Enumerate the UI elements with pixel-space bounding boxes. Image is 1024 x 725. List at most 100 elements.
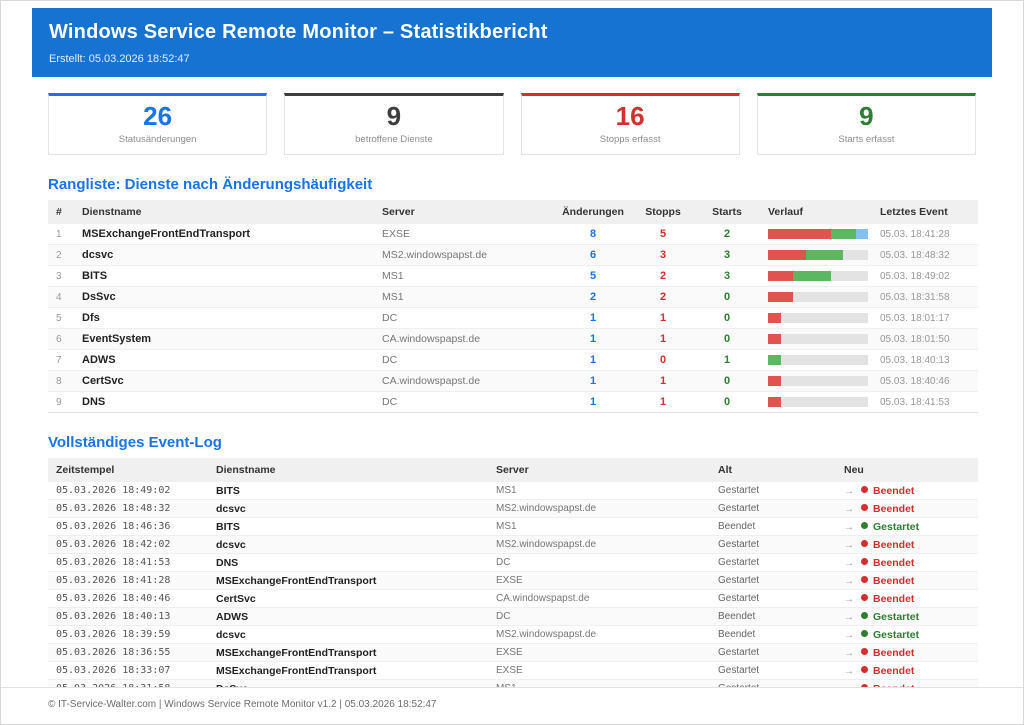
arrow-right-icon: → — [844, 648, 854, 659]
event-new-state: Gestartet — [873, 629, 919, 641]
rank-number: 7 — [48, 350, 74, 371]
rank-number: 4 — [48, 287, 74, 308]
eventlog-column-header: Alt — [710, 458, 836, 482]
event-old-state: Beendet — [710, 608, 836, 626]
event-new-state-cell: →Beendet — [836, 590, 978, 608]
ranking-table-body: 1MSExchangeFrontEndTransportEXSE85205.03… — [48, 224, 978, 413]
report-header: Windows Service Remote Monitor – Statist… — [32, 8, 992, 77]
event-timestamp: 05.03.2026 18:40:13 — [48, 608, 208, 626]
event-service-name: dcsvc — [208, 536, 488, 554]
eventlog-column-header: Neu — [836, 458, 978, 482]
history-bar-cell — [760, 266, 872, 287]
stat-cards: 26 Statusänderungen 9 betroffene Dienste… — [48, 93, 976, 155]
history-bar — [768, 355, 868, 365]
stat-value: 9 — [758, 101, 975, 132]
event-new-state-cell: →Gestartet — [836, 626, 978, 644]
rank-number: 8 — [48, 371, 74, 392]
report-footer: © IT-Service-Walter.com | Windows Servic… — [1, 687, 1023, 724]
ranking-row: 2dcsvcMS2.windowspapst.de63305.03. 18:48… — [48, 245, 978, 266]
eventlog-row: 05.03.2026 18:46:36BITSMS1Beendet→Gestar… — [48, 518, 978, 536]
starts-count: 0 — [694, 371, 760, 392]
server-name: CA.windowspapst.de — [374, 329, 554, 350]
stops-bar-segment — [768, 313, 781, 323]
ranking-row: 3BITSMS152305.03. 18:49:02 — [48, 266, 978, 287]
event-new-state-cell: →Gestartet — [836, 608, 978, 626]
eventlog-column-header: Zeitstempel — [48, 458, 208, 482]
eventlog-row: 05.03.2026 18:41:28MSExchangeFrontEndTra… — [48, 572, 978, 590]
stops-count: 0 — [632, 350, 694, 371]
event-old-state: Gestartet — [710, 644, 836, 662]
event-service-name: MSExchangeFrontEndTransport — [208, 662, 488, 680]
event-server-name: MS1 — [488, 482, 710, 500]
event-server-name: EXSE — [488, 572, 710, 590]
ranking-column-header: Verlauf — [760, 200, 872, 224]
event-service-name: DNS — [208, 554, 488, 572]
changes-count: 1 — [554, 392, 632, 413]
eventlog-table: ZeitstempelDienstnameServerAltNeu 05.03.… — [48, 458, 978, 725]
service-name: DNS — [74, 392, 374, 413]
status-dot-icon — [861, 666, 868, 673]
service-name: Dfs — [74, 308, 374, 329]
event-new-state: Beendet — [873, 539, 914, 551]
stat-label: Statusänderungen — [49, 134, 266, 145]
history-bar — [768, 250, 868, 260]
event-server-name: EXSE — [488, 644, 710, 662]
event-new-state-cell: →Beendet — [836, 482, 978, 500]
arrow-right-icon: → — [844, 540, 854, 551]
event-old-state: Gestartet — [710, 590, 836, 608]
ranking-row: 9DNSDC11005.03. 18:41:53 — [48, 392, 978, 413]
event-timestamp: 05.03.2026 18:41:53 — [48, 554, 208, 572]
event-server-name: DC — [488, 608, 710, 626]
ranking-row: 8CertSvcCA.windowspapst.de11005.03. 18:4… — [48, 371, 978, 392]
stat-card-changes: 26 Statusänderungen — [48, 93, 267, 155]
status-dot-icon — [861, 540, 868, 547]
history-bar-cell — [760, 224, 872, 245]
event-new-state-cell: →Beendet — [836, 572, 978, 590]
starts-count: 2 — [694, 224, 760, 245]
event-service-name: BITS — [208, 482, 488, 500]
history-bar-cell — [760, 245, 872, 266]
ranking-table-header: #DienstnameServerÄnderungenStoppsStartsV… — [48, 200, 978, 224]
stops-bar-segment — [768, 229, 831, 239]
arrow-right-icon: → — [844, 522, 854, 533]
last-event-time: 05.03. 18:48:32 — [872, 245, 978, 266]
ranking-column-header: Stopps — [632, 200, 694, 224]
eventlog-row: 05.03.2026 18:41:53DNSDCGestartet→Beende… — [48, 554, 978, 572]
history-bar-cell — [760, 287, 872, 308]
event-service-name: ADWS — [208, 608, 488, 626]
last-event-time: 05.03. 18:41:28 — [872, 224, 978, 245]
event-service-name: MSExchangeFrontEndTransport — [208, 644, 488, 662]
status-dot-icon — [861, 630, 868, 637]
history-bar — [768, 292, 868, 302]
arrow-right-icon: → — [844, 576, 854, 587]
status-dot-icon — [861, 648, 868, 655]
event-new-state: Beendet — [873, 485, 914, 497]
stat-value: 26 — [49, 101, 266, 132]
stat-label: Starts erfasst — [758, 134, 975, 145]
event-service-name: MSExchangeFrontEndTransport — [208, 572, 488, 590]
ranking-section-heading: Rangliste: Dienste nach Änderungshäufigk… — [48, 176, 976, 193]
other-bar-segment — [856, 229, 869, 239]
stops-bar-segment — [768, 271, 793, 281]
event-server-name: MS2.windowspapst.de — [488, 500, 710, 518]
history-bar — [768, 313, 868, 323]
changes-count: 2 — [554, 287, 632, 308]
stops-count: 3 — [632, 245, 694, 266]
stat-card-services: 9 betroffene Dienste — [284, 93, 503, 155]
service-name: DsSvc — [74, 287, 374, 308]
history-bar-cell — [760, 308, 872, 329]
stops-count: 1 — [632, 308, 694, 329]
event-new-state: Gestartet — [873, 611, 919, 623]
stops-bar-segment — [768, 292, 793, 302]
ranking-column-header: Letztes Event — [872, 200, 978, 224]
history-bar — [768, 271, 868, 281]
server-name: DC — [374, 308, 554, 329]
service-name: EventSystem — [74, 329, 374, 350]
stops-count: 2 — [632, 287, 694, 308]
ranking-column-header: Änderungen — [554, 200, 632, 224]
event-service-name: dcsvc — [208, 626, 488, 644]
ranking-column-header: # — [48, 200, 74, 224]
ranking-column-header: Starts — [694, 200, 760, 224]
event-timestamp: 05.03.2026 18:36:55 — [48, 644, 208, 662]
stat-label: Stopps erfasst — [522, 134, 739, 145]
